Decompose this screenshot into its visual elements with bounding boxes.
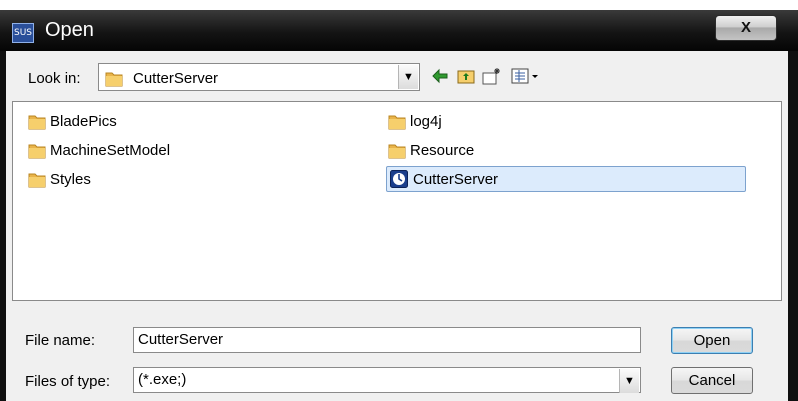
folder-icon	[105, 70, 123, 87]
look-in-dropdown[interactable]: CutterServer ▼	[98, 63, 420, 91]
dialog-body: Look in: CutterServer ▼ BladePics Machin…	[6, 51, 788, 401]
file-name: Resource	[410, 142, 475, 159]
cancel-button[interactable]: Cancel	[671, 367, 753, 394]
folder-icon	[388, 142, 406, 159]
file-type-value: (*.exe;)	[138, 371, 187, 388]
back-arrow-icon[interactable]	[430, 67, 450, 87]
chevron-down-icon[interactable]: ▼	[398, 65, 418, 89]
open-dialog: SUS Open X Look in: CutterServer ▼ Blade…	[0, 10, 798, 401]
new-folder-icon[interactable]	[482, 67, 502, 87]
file-name-label: File name:	[25, 332, 96, 349]
folder-icon	[28, 142, 46, 159]
file-type-label: Files of type:	[25, 373, 111, 390]
window-title: Open	[45, 19, 94, 41]
file-name-input[interactable]: CutterServer	[133, 327, 641, 353]
file-name: log4j	[410, 113, 442, 130]
title-bar[interactable]: SUS Open X	[0, 10, 798, 51]
list-item-selected[interactable]: CutterServer	[386, 166, 746, 192]
open-button[interactable]: Open	[671, 327, 753, 354]
file-name: CutterServer	[413, 171, 499, 188]
up-folder-icon[interactable]	[456, 67, 476, 87]
look-in-value: CutterServer	[133, 70, 219, 87]
folder-icon	[388, 113, 406, 130]
application-icon	[390, 170, 408, 196]
file-name: Styles	[50, 171, 91, 188]
folder-icon	[28, 113, 46, 130]
folder-icon	[28, 171, 46, 188]
look-in-label: Look in:	[28, 70, 81, 87]
file-name: MachineSetModel	[50, 142, 171, 159]
chevron-down-icon[interactable]: ▼	[619, 369, 639, 393]
file-name: BladePics	[50, 113, 117, 130]
file-list[interactable]: BladePics MachineSetModel Styles log4j R…	[12, 101, 782, 301]
file-type-dropdown[interactable]: (*.exe;) ▼	[133, 367, 641, 393]
close-button[interactable]: X	[715, 15, 777, 41]
app-icon: SUS	[12, 23, 34, 43]
view-menu-icon[interactable]	[509, 67, 543, 87]
